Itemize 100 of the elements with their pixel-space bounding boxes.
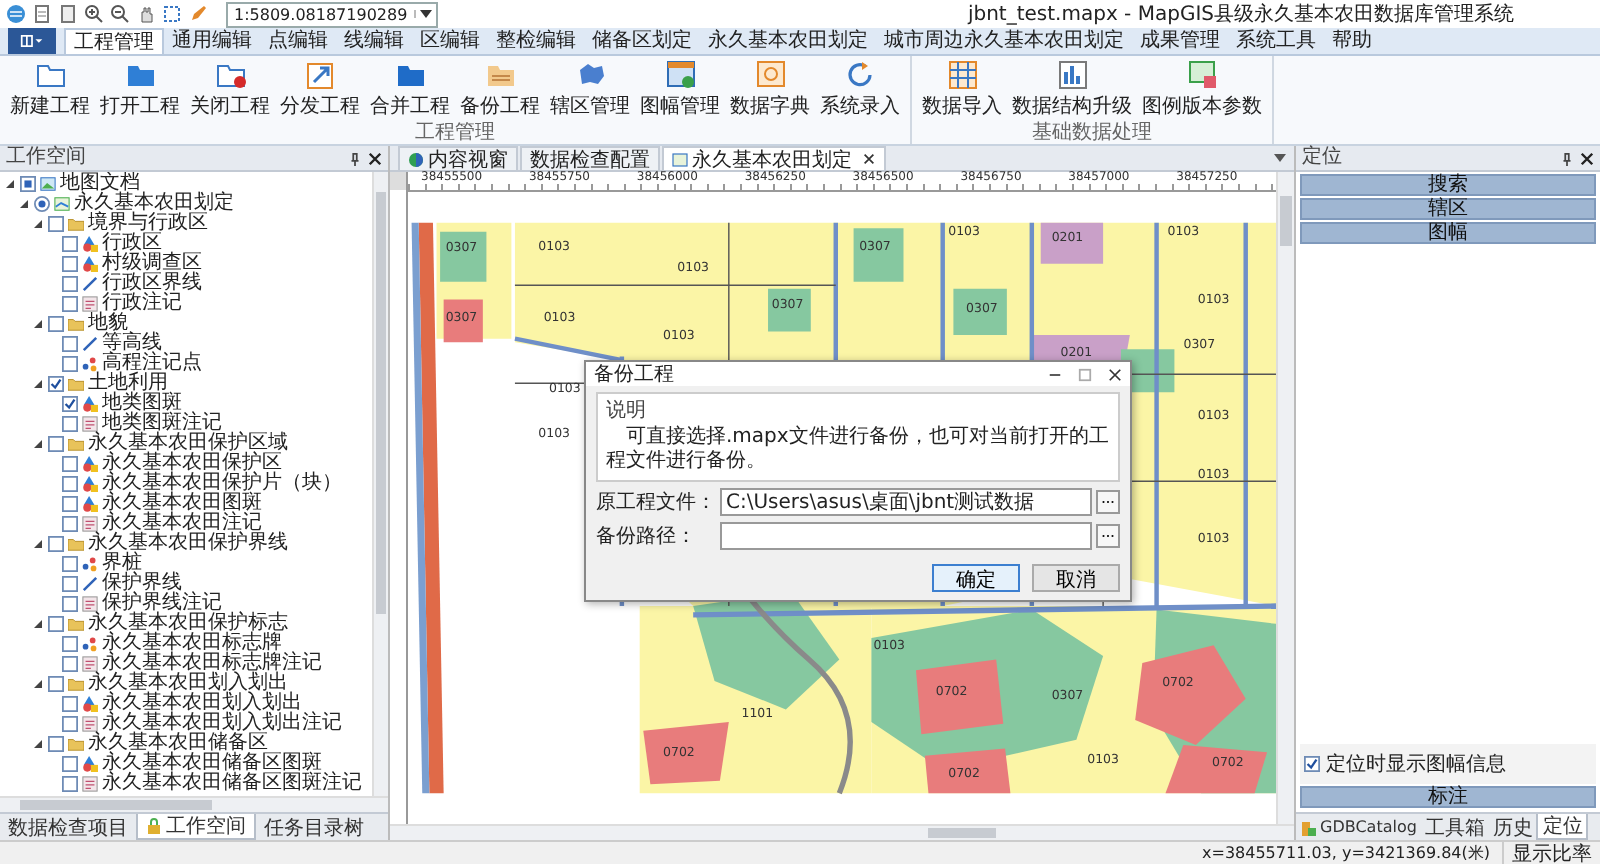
ribbon-tab[interactable]: 帮助 [1324,28,1380,54]
layer-checkbox[interactable] [62,236,78,252]
document-tab[interactable]: 数据检查配置 [520,146,660,170]
ribbon-tab[interactable]: 区编辑 [412,28,488,54]
layer-name[interactable]: 土地利用 [88,374,168,394]
document-tab[interactable]: 永久基本农田划定 [662,146,886,170]
layer-name[interactable]: 永久基本农田保护界线 [88,534,288,554]
globe-icon[interactable] [6,4,26,24]
panel-tab[interactable]: 数据检查项目 [0,814,136,840]
close-icon[interactable] [1108,367,1122,381]
layer-checkbox[interactable] [62,776,78,792]
expand-arrow-icon[interactable] [32,378,44,390]
dialog-button[interactable]: 确定 [932,564,1020,592]
layer-checkbox[interactable] [34,196,50,212]
layer-checkbox[interactable] [48,676,64,692]
expand-arrow-icon[interactable] [18,198,30,210]
layer-name[interactable]: 永久基本农田保护片（块） [102,474,342,494]
layer-name[interactable]: 高程注记点 [102,354,202,374]
file-menu-button[interactable] [8,28,56,54]
document-tab[interactable]: 内容视窗 [398,146,518,170]
layer-name[interactable]: 等高线 [102,334,162,354]
pencil-icon[interactable] [188,4,208,24]
zoom-out-icon[interactable] [110,4,130,24]
layer-name[interactable]: 地类图斑注记 [102,414,222,434]
caret-icon[interactable] [1274,154,1286,162]
close-icon[interactable] [1580,151,1594,165]
layer-checkbox[interactable] [48,216,64,232]
ribbon-tab[interactable]: 储备区划定 [584,28,700,54]
browse-button[interactable] [1096,524,1120,548]
expand-arrow-icon[interactable] [32,538,44,550]
layer-checkbox[interactable] [48,536,64,552]
expand-arrow-icon[interactable] [4,178,16,190]
expand-arrow-icon[interactable] [32,438,44,450]
scale-dropdown[interactable]: 1:5809.08187190289 [226,1,438,27]
layer-name[interactable]: 永久基本农田标志牌 [102,634,282,654]
layer-checkbox[interactable] [62,596,78,612]
layer-checkbox[interactable] [62,696,78,712]
close-icon[interactable] [368,151,382,165]
layer-checkbox[interactable] [62,276,78,292]
layer-name[interactable]: 地类图斑 [102,394,182,414]
ribbon-tab[interactable]: 点编辑 [260,28,336,54]
panel-tab[interactable]: 工具箱 [1420,814,1489,840]
panel-tab[interactable]: 工作空间 [136,814,256,840]
layer-name[interactable]: 永久基本农田保护区域 [88,434,288,454]
ribbon-button[interactable]: 打开工程 [96,56,184,120]
ribbon-tab[interactable]: 通用编辑 [164,28,260,54]
layer-checkbox[interactable] [62,476,78,492]
ribbon-tab[interactable]: 永久基本农田划定 [700,28,876,54]
layer-name[interactable]: 界桩 [102,554,142,574]
ribbon-button[interactable]: 图例版本参数 [1138,56,1266,120]
dialog-button[interactable]: 取消 [1032,564,1120,592]
layer-checkbox[interactable] [48,376,64,392]
layer-checkbox[interactable] [62,576,78,592]
layer-name[interactable]: 村级调查区 [102,254,202,274]
layer-checkbox[interactable] [62,496,78,512]
zoom-in-icon[interactable] [84,4,104,24]
layer-name[interactable]: 永久基本农田划定 [74,194,234,214]
ribbon-button[interactable]: 辖区管理 [546,56,634,120]
ribbon-button[interactable]: 分发工程 [276,56,364,120]
layer-name[interactable]: 永久基本农田储备区图斑注记 [102,774,362,794]
layer-checkbox[interactable] [62,636,78,652]
layer-name[interactable]: 永久基本农田储备区 [88,734,268,754]
ribbon-button[interactable]: 系统录入 [816,56,904,120]
ribbon-button[interactable]: 数据字典 [726,56,814,120]
ribbon-tab[interactable]: 工程管理 [64,28,164,54]
ribbon-tab[interactable]: 线编辑 [336,28,412,54]
ribbon-tab[interactable]: 系统工具 [1228,28,1324,54]
pin-icon[interactable] [1560,151,1574,165]
layer-name[interactable]: 永久基本农田划入划出 [102,694,302,714]
layer-name[interactable]: 地貌 [88,314,128,334]
expand-arrow-icon[interactable] [32,618,44,630]
panel-tab[interactable]: 定位 [1536,814,1589,840]
panel-tab[interactable]: 任务目录树 [256,814,372,840]
layer-checkbox[interactable] [62,716,78,732]
layer-name[interactable]: 保护界线 [102,574,182,594]
layer-name[interactable]: 境界与行政区 [88,214,208,234]
ribbon-button[interactable]: 图幅管理 [636,56,724,120]
layer-checkbox[interactable] [48,436,64,452]
ribbon-button[interactable]: 关闭工程 [186,56,274,120]
select-icon[interactable] [162,4,182,24]
maximize-icon[interactable] [1078,367,1092,381]
layer-name[interactable]: 永久基本农田划入划出注记 [102,714,342,734]
ribbon-tab[interactable]: 成果管理 [1132,28,1228,54]
layer-checkbox[interactable] [62,296,78,312]
layer-checkbox[interactable] [62,756,78,772]
layer-name[interactable]: 永久基本农田标志牌注记 [102,654,322,674]
layer-name[interactable]: 永久基本农田保护标志 [88,614,288,634]
layer-checkbox[interactable] [62,516,78,532]
expand-arrow-icon[interactable] [32,678,44,690]
ribbon-button[interactable]: 合并工程 [366,56,454,120]
panel-tab[interactable]: GDBCatalog [1296,814,1421,840]
ribbon-button[interactable]: 数据结构升级 [1008,56,1136,120]
layer-name[interactable]: 永久基本农田储备区图斑 [102,754,322,774]
layer-name[interactable]: 永久基本农田图斑 [102,494,262,514]
section-header[interactable]: 辖区 [1300,198,1596,220]
layer-checkbox[interactable] [62,656,78,672]
layer-checkbox[interactable] [62,356,78,372]
layer-name[interactable]: 永久基本农田注记 [102,514,262,534]
ribbon-button[interactable]: 备份工程 [456,56,544,120]
browse-button[interactable] [1096,490,1120,514]
